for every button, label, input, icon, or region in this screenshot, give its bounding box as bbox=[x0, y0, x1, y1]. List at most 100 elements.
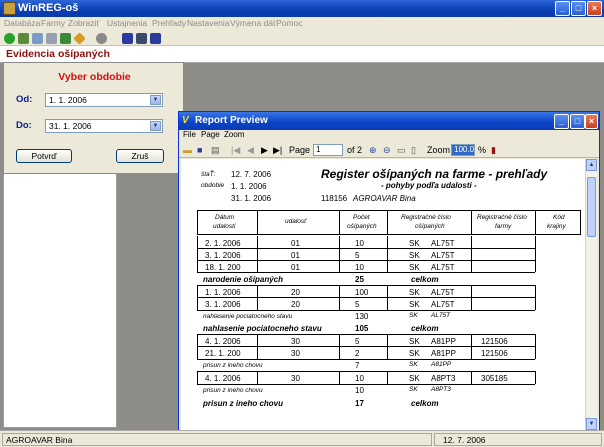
menu-ustajnenia[interactable]: Ustajnenia bbox=[107, 18, 147, 28]
row-line bbox=[197, 248, 535, 249]
save-icon[interactable]: ■ bbox=[197, 145, 202, 155]
menu-nastavenia[interactable]: Nastavenia bbox=[187, 18, 230, 28]
preview-menu-page[interactable]: Page bbox=[201, 130, 220, 139]
report-preview-window: V Report Preview _ □ × File Page Zoom ▬ … bbox=[178, 111, 600, 433]
print-icon[interactable]: ▤ bbox=[211, 145, 220, 155]
minimize-button[interactable]: _ bbox=[555, 1, 570, 16]
preview-menu-file[interactable]: File bbox=[183, 130, 196, 139]
header-pocet: Počet bbox=[353, 214, 370, 221]
row-reg: AL75T bbox=[431, 288, 455, 297]
from-date-select[interactable]: 1. 1. 2006 ▼ bbox=[45, 93, 163, 107]
row-country: SK bbox=[409, 374, 420, 383]
row-border bbox=[339, 236, 340, 272]
subgroup-country: SK bbox=[409, 361, 418, 368]
preview-close-button[interactable]: × bbox=[585, 114, 598, 129]
scroll-thumb[interactable] bbox=[587, 177, 596, 237]
row-udalost: 30 bbox=[291, 337, 300, 346]
confirm-button[interactable]: Potvrď bbox=[16, 149, 72, 163]
row-pocet: 5 bbox=[355, 251, 360, 260]
preview-title-bar: V Report Preview _ □ × bbox=[179, 112, 599, 130]
row-border bbox=[387, 371, 388, 384]
first-page-icon[interactable]: |◀ bbox=[231, 145, 240, 155]
document-title: Evidencia ošípaných bbox=[6, 48, 110, 60]
chevron-down-icon[interactable]: ▼ bbox=[150, 121, 161, 131]
row-country: SK bbox=[409, 239, 420, 248]
row-farm: 121506 bbox=[481, 337, 508, 346]
row-border bbox=[535, 236, 536, 272]
card-icon[interactable] bbox=[46, 33, 57, 44]
row-date: 3. 1. 2006 bbox=[205, 300, 241, 309]
scroll-down-icon[interactable]: ▼ bbox=[586, 418, 597, 430]
tree-icon[interactable] bbox=[60, 33, 71, 44]
close-preview-icon[interactable]: ▮ bbox=[491, 145, 496, 155]
chevron-down-icon[interactable]: ▼ bbox=[150, 95, 161, 105]
menu-pomoc[interactable]: Pomoc bbox=[276, 18, 302, 28]
row-date: 2. 1. 2006 bbox=[205, 239, 241, 248]
row-line bbox=[197, 384, 535, 385]
zoom-input[interactable]: 100.0 bbox=[451, 144, 475, 156]
menu-farmy[interactable]: Farmy bbox=[41, 18, 65, 28]
prev-page-icon[interactable]: ◀ bbox=[247, 145, 254, 155]
next-page-icon[interactable]: ▶ bbox=[261, 145, 268, 155]
group-total-label: narodenie ošípaných bbox=[203, 275, 284, 284]
menu-databaza[interactable]: Databáza bbox=[4, 18, 40, 28]
preview-menu-zoom[interactable]: Zoom bbox=[224, 130, 244, 139]
to-date-select[interactable]: 31. 1. 2006 ▼ bbox=[45, 119, 163, 133]
col-border bbox=[387, 210, 388, 234]
close-button[interactable]: × bbox=[587, 1, 602, 16]
header-udalost: udalosť bbox=[285, 218, 307, 225]
row-border bbox=[471, 371, 472, 384]
period-heading: Vyber obdobie bbox=[58, 71, 131, 83]
cancel-button[interactable]: Zruš bbox=[116, 149, 164, 163]
from-label: Od: bbox=[16, 94, 33, 105]
col-border bbox=[471, 210, 472, 234]
table-icon[interactable] bbox=[32, 33, 43, 44]
maximize-button[interactable]: □ bbox=[571, 1, 586, 16]
check-icon[interactable] bbox=[4, 33, 15, 44]
preview-maximize-button[interactable]: □ bbox=[570, 114, 585, 129]
group-line bbox=[197, 334, 535, 335]
subgroup-country: SK bbox=[409, 312, 418, 319]
row-country: SK bbox=[409, 300, 420, 309]
print-icon[interactable] bbox=[150, 33, 161, 44]
menu-prehlady[interactable]: Prehľady bbox=[152, 18, 186, 28]
row-country: SK bbox=[409, 349, 420, 358]
row-udalost: 20 bbox=[291, 288, 300, 297]
zoom-out-icon[interactable]: ⊖ bbox=[383, 145, 391, 155]
fit-width-icon[interactable]: ▭ bbox=[397, 145, 406, 155]
export-icon[interactable] bbox=[136, 33, 147, 44]
link-icon[interactable] bbox=[96, 33, 107, 44]
row-line bbox=[197, 359, 535, 360]
row-line bbox=[197, 310, 535, 311]
fit-page-icon[interactable]: ▯ bbox=[411, 145, 416, 155]
preview-minimize-button[interactable]: _ bbox=[554, 114, 569, 129]
group-total: 17 bbox=[355, 399, 364, 408]
stav-date: 12. 7. 2006 bbox=[231, 170, 272, 179]
diamond-icon[interactable] bbox=[73, 32, 86, 45]
row-border bbox=[197, 236, 198, 272]
row-reg: AL75T bbox=[431, 263, 455, 272]
group-total: 25 bbox=[355, 275, 364, 284]
row-farm: 305185 bbox=[481, 374, 508, 383]
preview-menu-bar: File Page Zoom bbox=[179, 130, 599, 142]
row-date: 18. 1. 200 bbox=[205, 263, 241, 272]
row-border bbox=[471, 236, 472, 272]
save-icon[interactable] bbox=[122, 33, 133, 44]
scroll-up-icon[interactable]: ▲ bbox=[586, 159, 597, 171]
row-udalost: 30 bbox=[291, 349, 300, 358]
row-line bbox=[197, 297, 535, 298]
open-icon[interactable]: ▬ bbox=[183, 145, 192, 155]
row-farm: 121506 bbox=[481, 349, 508, 358]
tool-icon[interactable] bbox=[18, 33, 29, 44]
menu-vymena-dat[interactable]: Výmena dát bbox=[230, 18, 275, 28]
preview-title: Report Preview bbox=[195, 115, 268, 126]
preview-vertical-scrollbar[interactable]: ▲ ▼ bbox=[585, 159, 597, 431]
row-pocet: 10 bbox=[355, 239, 364, 248]
menu-bar: Databáza Farmy Zobraziť Ustajnenia Prehľ… bbox=[0, 17, 604, 31]
page-input[interactable]: 1 bbox=[313, 144, 343, 156]
row-country: SK bbox=[409, 263, 420, 272]
menu-zobrazit[interactable]: Zobraziť bbox=[68, 18, 100, 28]
last-page-icon[interactable]: ▶| bbox=[273, 145, 282, 155]
row-border bbox=[535, 285, 536, 310]
zoom-in-icon[interactable]: ⊕ bbox=[369, 145, 377, 155]
